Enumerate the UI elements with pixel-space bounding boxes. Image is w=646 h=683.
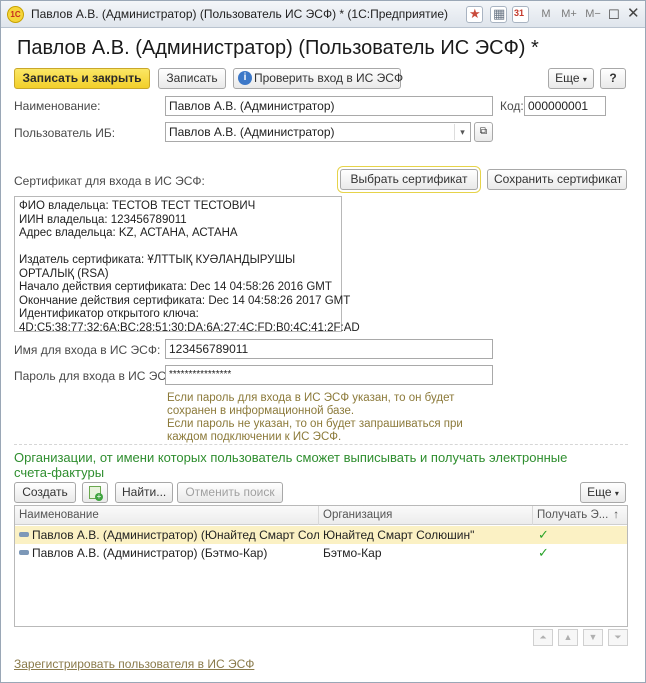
table-header: Наименование Организация Получать Э... ↑ xyxy=(15,506,627,525)
chevron-down-icon[interactable]: ▾ xyxy=(454,124,470,140)
row-org-cell: Бэтмо-Кар xyxy=(323,546,382,560)
check-login-label: Проверить вход в ИС ЭСФ xyxy=(254,71,404,85)
chevron-down-icon: ▾ xyxy=(582,75,587,84)
memory-m-button[interactable]: M xyxy=(539,5,553,24)
cert-info-line: 4D:C5:38:77:32:6A:BC:28:51:30:DA:6A:27:4… xyxy=(19,321,360,334)
login-input[interactable]: 123456789011 xyxy=(165,339,493,359)
check-login-button[interactable]: i Проверить вход в ИС ЭСФ xyxy=(233,68,404,89)
password-label: Пароль для входа в ИС ЭСФ: xyxy=(14,369,179,383)
find-button[interactable]: Найти... xyxy=(115,482,173,503)
register-user-link[interactable]: Зарегистрировать пользователя в ИС ЭСФ xyxy=(14,657,254,671)
column-header-receive[interactable]: Получать Э... ↑ xyxy=(533,506,627,525)
row-name-cell: Павлов А.В. (Администратор) (Юнайтед Сма… xyxy=(15,526,319,544)
sort-arrow-up-icon: ↑ xyxy=(613,509,619,521)
page-title: Павлов А.В. (Администратор) (Пользовател… xyxy=(17,37,539,59)
password-hint: Если пароль для входа в ИС ЭСФ указан, т… xyxy=(167,392,463,444)
row-name-cell: Павлов А.В. (Администратор) (Бэтмо-Кар) xyxy=(15,544,319,562)
cert-info-line: Идентификатор открытого ключа: xyxy=(19,308,199,320)
checkmark-icon[interactable]: ✓ xyxy=(538,544,598,562)
hint-line: Если пароль не указан, то он будет запра… xyxy=(167,418,463,430)
name-label: Наименование: xyxy=(14,99,101,113)
login-label: Имя для входа в ИС ЭСФ: xyxy=(14,343,161,357)
password-input[interactable]: **************** xyxy=(165,365,493,385)
scroll-down-icon[interactable]: ▼ xyxy=(583,629,603,646)
ib-user-input[interactable]: Павлов А.В. (Администратор) ▾ xyxy=(165,122,471,142)
row-name-text: Павлов А.В. (Администратор) (Юнайтед Сма… xyxy=(32,528,319,542)
row-item-icon xyxy=(19,532,29,538)
more-button[interactable]: Еще ▾ xyxy=(548,68,594,89)
orgs-section-title: Организации, от имени которых пользовате… xyxy=(14,450,567,480)
name-input[interactable]: Павлов А.В. (Администратор) xyxy=(165,96,493,116)
row-org-cell: Юнайтед Смарт Солюшин" xyxy=(323,528,475,542)
checkmark-icon[interactable]: ✓ xyxy=(538,526,598,544)
hint-line: каждом подключении к ИС ЭСФ. xyxy=(167,431,342,443)
table-row[interactable]: Павлов А.В. (Администратор) (Бэтмо-Кар) … xyxy=(15,544,627,562)
open-icon[interactable]: ⧉ xyxy=(474,122,493,142)
cert-info-box: ФИО владельца: ТЕСТОВ ТЕСТ ТЕСТОВИЧ ИИН … xyxy=(14,196,360,334)
column-header-receive-label: Получать Э... xyxy=(537,509,609,521)
scroll-first-icon[interactable]: ⏶ xyxy=(533,629,553,646)
app-logo-icon: 1C xyxy=(7,6,24,23)
help-button[interactable]: ? xyxy=(600,68,626,89)
save-cert-button[interactable]: Сохранить сертификат xyxy=(487,169,627,190)
memory-minus-button[interactable]: M− xyxy=(583,5,603,24)
ib-user-value: Павлов А.В. (Администратор) xyxy=(169,125,335,139)
scroll-up-icon[interactable]: ▲ xyxy=(558,629,578,646)
chevron-down-icon: ▾ xyxy=(614,489,619,498)
table-row[interactable]: Павлов А.В. (Администратор) (Юнайтед Сма… xyxy=(15,526,627,544)
add-copy-icon[interactable]: + xyxy=(82,482,108,503)
cert-info-line: Начало действия сертификата: Dec 14 04:5… xyxy=(19,281,332,293)
row-name-text: Павлов А.В. (Администратор) (Бэтмо-Кар) xyxy=(32,546,268,560)
restore-window-icon[interactable]: ☐ xyxy=(608,5,622,24)
orgs-table: Наименование Организация Получать Э... ↑… xyxy=(14,505,628,627)
calculator-icon[interactable] xyxy=(490,6,507,23)
save-button[interactable]: Записать xyxy=(158,68,226,89)
window-title: Павлов А.В. (Администратор) (Пользовател… xyxy=(31,7,449,21)
orgs-more-button[interactable]: Еще ▾ xyxy=(580,482,626,503)
create-button[interactable]: Создать xyxy=(14,482,76,503)
divider xyxy=(14,444,628,445)
orgs-more-label: Еще xyxy=(587,485,612,499)
code-input[interactable]: 000000001 xyxy=(524,96,606,116)
cert-info-line: ИИН владельца: 123456789011 xyxy=(19,213,187,226)
column-header-org[interactable]: Организация xyxy=(319,506,533,525)
scroll-last-icon[interactable]: ⏷ xyxy=(608,629,628,646)
orgs-title-line: счета-фактуры xyxy=(14,465,105,480)
cert-info-line: ОРТАЛЫҚ (RSA) xyxy=(19,267,109,280)
hint-line: сохранен в информационной базе. xyxy=(167,405,355,417)
hint-line: Если пароль для входа в ИС ЭСФ указан, т… xyxy=(167,392,455,404)
favorite-star-icon[interactable] xyxy=(466,6,483,23)
info-icon: i xyxy=(238,71,252,85)
calendar-icon[interactable] xyxy=(512,6,529,23)
close-icon[interactable]: ✕ xyxy=(627,4,641,23)
save-and-close-button[interactable]: Записать и закрыть xyxy=(14,68,150,89)
more-label: Еще xyxy=(555,71,580,85)
window: 1C Павлов А.В. (Администратор) (Пользова… xyxy=(0,0,646,683)
code-label: Код: xyxy=(500,99,524,113)
cert-info-line: ФИО владельца: ТЕСТОВ ТЕСТ ТЕСТОВИЧ xyxy=(19,200,256,212)
cancel-search-button[interactable]: Отменить поиск xyxy=(177,482,283,503)
cert-info-line: Окончание действия сертификата: Dec 14 0… xyxy=(19,294,351,307)
row-item-icon xyxy=(19,550,29,556)
ib-user-label: Пользователь ИБ: xyxy=(14,126,116,140)
memory-plus-button[interactable]: M+ xyxy=(559,5,579,24)
title-bar: 1C Павлов А.В. (Администратор) (Пользова… xyxy=(1,1,645,28)
cert-info-line: Издатель сертификата: ҰЛТТЫҚ КУӘЛАНДЫРУШ… xyxy=(19,254,296,266)
column-header-name[interactable]: Наименование xyxy=(15,506,319,525)
cert-info-line xyxy=(19,241,337,255)
select-cert-button[interactable]: Выбрать сертификат xyxy=(337,166,481,193)
cert-label: Сертификат для входа в ИС ЭСФ: xyxy=(14,174,205,188)
orgs-title-line: Организации, от имени которых пользовате… xyxy=(14,450,568,465)
cert-info-line: Адрес владельца: KZ, АСТАНА, АСТАНА xyxy=(19,227,238,239)
